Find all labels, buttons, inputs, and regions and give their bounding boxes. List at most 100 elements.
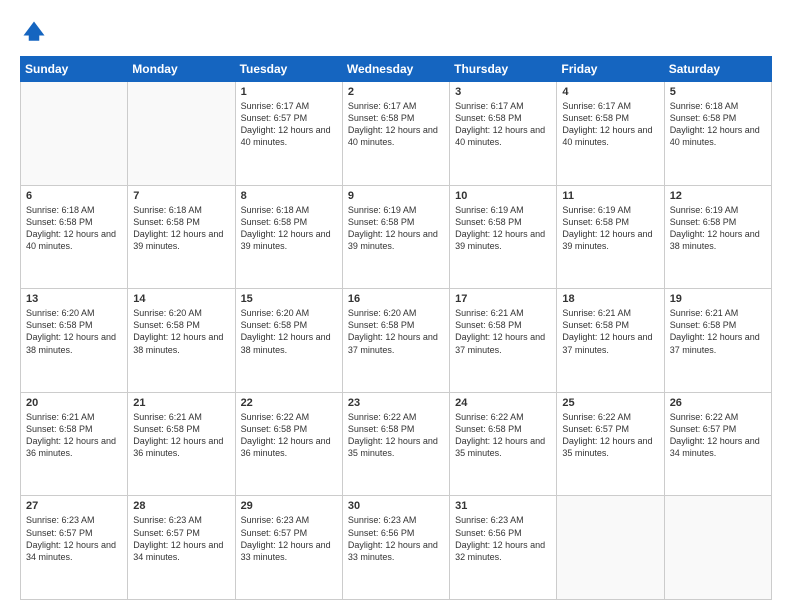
calendar-cell: 20 Sunrise: 6:21 AM Sunset: 6:58 PM Dayli… [21,392,128,496]
day-number: 20 [26,397,122,409]
calendar-cell: 22 Sunrise: 6:22 AM Sunset: 6:58 PM Dayli… [235,392,342,496]
day-number: 14 [133,293,229,305]
day-number: 29 [241,500,337,512]
day-number: 7 [133,190,229,202]
calendar-cell: 16 Sunrise: 6:20 AM Sunset: 6:58 PM Dayli… [342,289,449,393]
calendar-cell: 9Sunrise: 6:19 AM Sunset: 6:58 PM Daylig… [342,185,449,289]
calendar-week-row: 13 Sunrise: 6:20 AM Sunset: 6:58 PM Dayli… [21,289,772,393]
day-number: 19 [670,293,766,305]
calendar-cell: 19 Sunrise: 6:21 AM Sunset: 6:58 PM Dayli… [664,289,771,393]
day-info: Sunrise: 6:18 AM Sunset: 6:58 PM Dayligh… [26,204,122,253]
day-number: 21 [133,397,229,409]
weekday-header-monday: Monday [128,57,235,82]
calendar-cell: 2 Sunrise: 6:17 AM Sunset: 6:58 PM Daylig… [342,82,449,186]
calendar-cell [128,82,235,186]
day-number: 26 [670,397,766,409]
calendar-cell: 17 Sunrise: 6:21 AM Sunset: 6:58 PM Dayli… [450,289,557,393]
day-info: Sunrise: 6:21 AM Sunset: 6:58 PM Dayligh… [455,307,551,356]
day-number: 23 [348,397,444,409]
calendar-cell: 21 Sunrise: 6:21 AM Sunset: 6:58 PM Dayli… [128,392,235,496]
calendar-week-row: 1 Sunrise: 6:17 AM Sunset: 6:57 PM Daylig… [21,82,772,186]
day-info: Sunrise: 6:17 AM Sunset: 6:57 PM Dayligh… [241,100,337,149]
day-number: 13 [26,293,122,305]
day-info: Sunrise: 6:23 AM Sunset: 6:57 PM Dayligh… [133,514,229,563]
day-number: 10 [455,190,551,202]
day-number: 9 [348,190,444,202]
day-info: Sunrise: 6:22 AM Sunset: 6:58 PM Dayligh… [241,411,337,460]
weekday-header-row: SundayMondayTuesdayWednesdayThursdayFrid… [21,57,772,82]
calendar-cell [557,496,664,600]
day-info: Sunrise: 6:22 AM Sunset: 6:58 PM Dayligh… [348,411,444,460]
calendar-cell: 5 Sunrise: 6:18 AM Sunset: 6:58 PM Daylig… [664,82,771,186]
header [20,18,772,46]
page: SundayMondayTuesdayWednesdayThursdayFrid… [0,0,792,612]
calendar-cell: 28Sunrise: 6:23 AM Sunset: 6:57 PM Dayli… [128,496,235,600]
day-number: 4 [562,86,658,98]
calendar-cell: 1 Sunrise: 6:17 AM Sunset: 6:57 PM Daylig… [235,82,342,186]
day-info: Sunrise: 6:18 AM Sunset: 6:58 PM Dayligh… [133,204,229,253]
day-info: Sunrise: 6:23 AM Sunset: 6:56 PM Dayligh… [348,514,444,563]
day-number: 3 [455,86,551,98]
day-info: Sunrise: 6:20 AM Sunset: 6:58 PM Dayligh… [348,307,444,356]
day-info: Sunrise: 6:17 AM Sunset: 6:58 PM Dayligh… [562,100,658,149]
calendar-week-row: 6 Sunrise: 6:18 AM Sunset: 6:58 PM Daylig… [21,185,772,289]
day-number: 1 [241,86,337,98]
day-number: 12 [670,190,766,202]
day-number: 15 [241,293,337,305]
day-info: Sunrise: 6:23 AM Sunset: 6:57 PM Dayligh… [241,514,337,563]
day-info: Sunrise: 6:18 AM Sunset: 6:58 PM Dayligh… [670,100,766,149]
day-info: Sunrise: 6:19 AM Sunset: 6:58 PM Dayligh… [670,204,766,253]
day-info: Sunrise: 6:21 AM Sunset: 6:58 PM Dayligh… [26,411,122,460]
day-number: 6 [26,190,122,202]
day-number: 5 [670,86,766,98]
day-info: Sunrise: 6:22 AM Sunset: 6:57 PM Dayligh… [562,411,658,460]
day-number: 17 [455,293,551,305]
calendar-cell: 31Sunrise: 6:23 AM Sunset: 6:56 PM Dayli… [450,496,557,600]
calendar-cell: 10 Sunrise: 6:19 AM Sunset: 6:58 PM Dayli… [450,185,557,289]
weekday-header-friday: Friday [557,57,664,82]
calendar-cell [664,496,771,600]
day-number: 22 [241,397,337,409]
calendar-cell: 27 Sunrise: 6:23 AM Sunset: 6:57 PM Dayli… [21,496,128,600]
calendar-cell: 8 Sunrise: 6:18 AM Sunset: 6:58 PM Daylig… [235,185,342,289]
day-info: Sunrise: 6:20 AM Sunset: 6:58 PM Dayligh… [241,307,337,356]
day-info: Sunrise: 6:19 AM Sunset: 6:58 PM Dayligh… [455,204,551,253]
calendar-cell [21,82,128,186]
day-info: Sunrise: 6:21 AM Sunset: 6:58 PM Dayligh… [133,411,229,460]
calendar-cell: 26Sunrise: 6:22 AM Sunset: 6:57 PM Dayli… [664,392,771,496]
day-info: Sunrise: 6:17 AM Sunset: 6:58 PM Dayligh… [455,100,551,149]
day-number: 11 [562,190,658,202]
day-number: 25 [562,397,658,409]
weekday-header-wednesday: Wednesday [342,57,449,82]
day-number: 18 [562,293,658,305]
day-info: Sunrise: 6:18 AM Sunset: 6:58 PM Dayligh… [241,204,337,253]
day-number: 27 [26,500,122,512]
weekday-header-saturday: Saturday [664,57,771,82]
day-info: Sunrise: 6:21 AM Sunset: 6:58 PM Dayligh… [670,307,766,356]
day-info: Sunrise: 6:21 AM Sunset: 6:58 PM Dayligh… [562,307,658,356]
day-number: 24 [455,397,551,409]
weekday-header-tuesday: Tuesday [235,57,342,82]
calendar-cell: 25 Sunrise: 6:22 AM Sunset: 6:57 PM Dayli… [557,392,664,496]
calendar-table: SundayMondayTuesdayWednesdayThursdayFrid… [20,56,772,600]
calendar-cell: 15 Sunrise: 6:20 AM Sunset: 6:58 PM Dayli… [235,289,342,393]
day-number: 8 [241,190,337,202]
calendar-cell: 6 Sunrise: 6:18 AM Sunset: 6:58 PM Daylig… [21,185,128,289]
calendar-cell: 13 Sunrise: 6:20 AM Sunset: 6:58 PM Dayli… [21,289,128,393]
calendar-cell: 30Sunrise: 6:23 AM Sunset: 6:56 PM Dayli… [342,496,449,600]
weekday-header-thursday: Thursday [450,57,557,82]
day-info: Sunrise: 6:19 AM Sunset: 6:58 PM Dayligh… [562,204,658,253]
day-info: Sunrise: 6:20 AM Sunset: 6:58 PM Dayligh… [133,307,229,356]
calendar-cell: 11 Sunrise: 6:19 AM Sunset: 6:58 PM Dayli… [557,185,664,289]
day-info: Sunrise: 6:22 AM Sunset: 6:58 PM Dayligh… [455,411,551,460]
day-number: 2 [348,86,444,98]
calendar-cell: 23 Sunrise: 6:22 AM Sunset: 6:58 PM Dayli… [342,392,449,496]
day-info: Sunrise: 6:20 AM Sunset: 6:58 PM Dayligh… [26,307,122,356]
day-number: 16 [348,293,444,305]
calendar-cell: 3 Sunrise: 6:17 AM Sunset: 6:58 PM Daylig… [450,82,557,186]
calendar-cell: 4 Sunrise: 6:17 AM Sunset: 6:58 PM Daylig… [557,82,664,186]
day-info: Sunrise: 6:23 AM Sunset: 6:57 PM Dayligh… [26,514,122,563]
calendar-week-row: 20 Sunrise: 6:21 AM Sunset: 6:58 PM Dayli… [21,392,772,496]
calendar-cell: 29 Sunrise: 6:23 AM Sunset: 6:57 PM Dayli… [235,496,342,600]
day-info: Sunrise: 6:17 AM Sunset: 6:58 PM Dayligh… [348,100,444,149]
